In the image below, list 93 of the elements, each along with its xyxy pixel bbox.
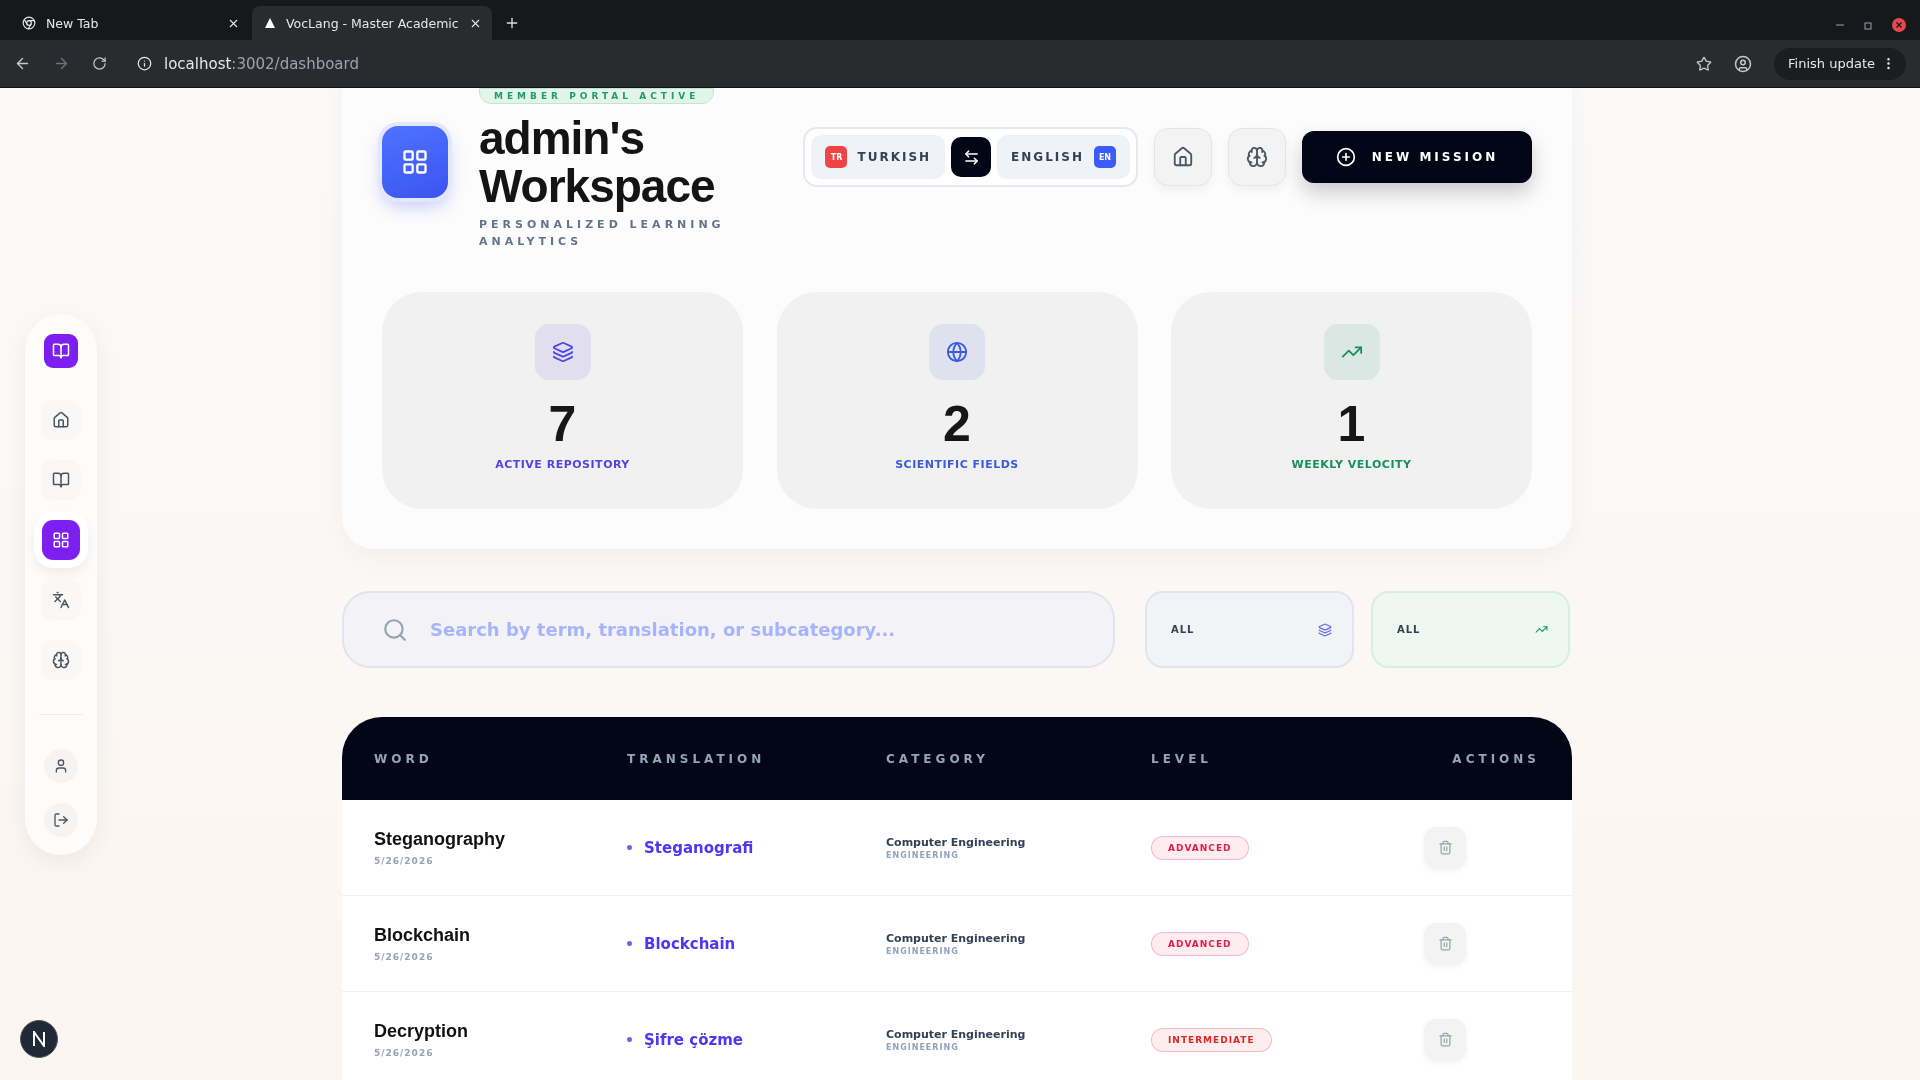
back-icon[interactable] xyxy=(14,55,31,72)
column-header: LEVEL xyxy=(1151,751,1213,766)
tab-title: New Tab xyxy=(46,15,100,31)
finish-update-button[interactable]: Finish update xyxy=(1774,47,1906,80)
date-text: 5/26/2026 xyxy=(374,856,435,866)
translate-icon xyxy=(52,590,70,609)
search-bar[interactable]: Search by term, translation, or subcategory... xyxy=(342,591,1115,668)
category-text: Computer Engineering xyxy=(886,835,1027,849)
category-text: Computer Engineering xyxy=(886,1027,1027,1041)
grid-icon xyxy=(401,148,429,176)
swap-icon xyxy=(962,148,980,166)
trash-icon xyxy=(1437,840,1453,855)
home-icon xyxy=(1172,146,1194,168)
filter-dropdown[interactable]: ALL xyxy=(1371,591,1570,668)
category-text: Computer Engineering xyxy=(886,931,1027,945)
column-header: WORD xyxy=(374,751,434,766)
reload-icon[interactable] xyxy=(92,56,107,71)
swap-button[interactable] xyxy=(951,137,992,177)
language-name: TURKISH xyxy=(857,150,932,164)
word-text: Blockchain xyxy=(374,925,472,946)
triangle-icon xyxy=(264,17,276,29)
stat-value: 2 xyxy=(943,396,971,452)
browser-tab[interactable]: New Tab xyxy=(10,6,250,40)
logout-button[interactable] xyxy=(44,802,78,837)
brain-nav-button[interactable] xyxy=(41,639,81,680)
column-header: CATEGORY xyxy=(886,751,990,766)
word-text: Decryption xyxy=(374,1021,470,1042)
column-header: TRANSLATION xyxy=(627,751,767,766)
n-logo-icon xyxy=(32,1031,46,1047)
translation-word: Şifre çözme xyxy=(644,1030,743,1049)
subcategory-text: ENGINEERING xyxy=(886,946,960,956)
home-button[interactable] xyxy=(1154,128,1212,186)
new-mission-button[interactable]: NEW MISSION xyxy=(1302,131,1532,183)
date-text: 5/26/2026 xyxy=(374,952,435,962)
forward-icon[interactable] xyxy=(53,55,70,72)
plus-icon xyxy=(1335,147,1356,167)
search-icon xyxy=(382,616,408,643)
user-icon xyxy=(53,757,69,774)
subcategory-text: ENGINEERING xyxy=(886,850,960,860)
stat-label: ACTIVE REPOSITORY xyxy=(495,458,630,471)
profile-button[interactable] xyxy=(44,748,78,783)
restore-icon[interactable] xyxy=(1864,20,1874,30)
trend-up-icon xyxy=(1535,623,1548,636)
translation-word: Steganografi xyxy=(644,838,754,857)
bullet-icon xyxy=(627,941,632,946)
tab-title: VocLang - Master Academic xyxy=(286,15,459,31)
brain-button[interactable] xyxy=(1228,128,1286,186)
new-tab-icon[interactable] xyxy=(504,15,520,31)
info-icon[interactable] xyxy=(137,56,152,71)
profile-icon[interactable] xyxy=(1734,54,1753,73)
trash-icon xyxy=(1437,936,1453,951)
book-icon xyxy=(52,470,70,489)
stat-label: SCIENTIFIC FIELDS xyxy=(895,458,1019,471)
bookmark-star-icon[interactable] xyxy=(1696,55,1713,72)
language-code: EN xyxy=(1094,146,1116,168)
bullet-icon xyxy=(627,1037,632,1042)
stat-value: 7 xyxy=(548,396,577,452)
filter-dropdown[interactable]: ALL xyxy=(1145,591,1354,668)
column-header: ACTIONS xyxy=(1451,751,1540,766)
grid-icon xyxy=(52,530,70,549)
trash-icon xyxy=(1437,1032,1453,1047)
level-badge: INTERMEDIATE xyxy=(1151,1027,1272,1052)
book-nav-button[interactable] xyxy=(41,459,81,500)
layers-icon xyxy=(551,341,574,363)
date-text: 5/26/2026 xyxy=(374,1048,435,1058)
source-language[interactable]: TR TURKISH xyxy=(811,135,946,179)
layers-icon xyxy=(1318,622,1332,637)
stat-value: 1 xyxy=(1337,396,1366,452)
translate-nav-button[interactable] xyxy=(41,579,81,620)
language-code: TR xyxy=(825,146,848,168)
target-language[interactable]: ENGLISH EN xyxy=(997,135,1130,179)
home-icon xyxy=(52,410,70,429)
browser-tab[interactable]: VocLang - Master Academic xyxy=(252,6,492,40)
status-badge: MEMBER PORTAL ACTIVE xyxy=(479,88,715,104)
bullet-icon xyxy=(627,845,632,850)
brain-icon xyxy=(52,650,70,669)
browser-icon xyxy=(22,16,36,30)
logout-icon xyxy=(53,811,69,828)
level-badge: ADVANCED xyxy=(1151,835,1249,860)
book-icon xyxy=(52,341,70,360)
translation-word: Blockchain xyxy=(644,934,736,953)
home-nav-button[interactable] xyxy=(41,399,81,440)
word-text: Steganography xyxy=(374,829,507,850)
stat-label: WEEKLY VELOCITY xyxy=(1291,458,1412,471)
workspace-subtitle: PERSONALIZED LEARNING ANALYTICS xyxy=(479,217,726,250)
subcategory-text: ENGINEERING xyxy=(886,1042,960,1052)
search-field[interactable]: Search by term, translation, or subcategory... xyxy=(428,618,1113,641)
level-badge: ADVANCED xyxy=(1151,931,1249,956)
address-field[interactable]: localhost:3002/dashboard xyxy=(164,54,359,73)
brain-icon xyxy=(1246,146,1268,168)
language-name: ENGLISH xyxy=(1011,150,1084,164)
workspace-title: admin's Workspace xyxy=(479,114,716,210)
globe-icon xyxy=(946,341,968,363)
